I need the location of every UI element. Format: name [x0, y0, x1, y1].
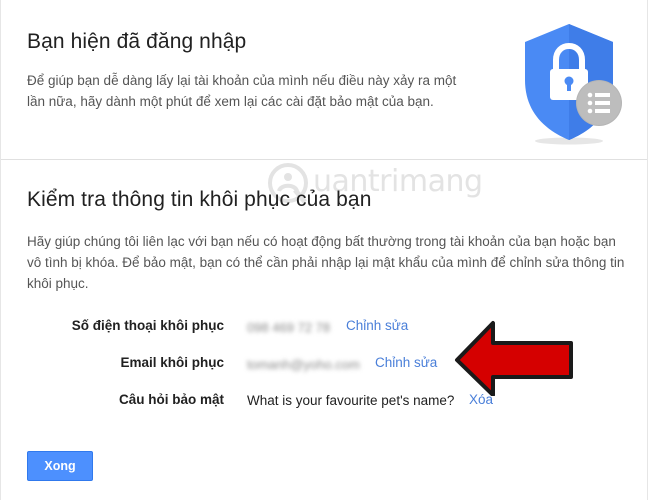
recovery-email-value: tomanh@yoho.com — [247, 357, 360, 372]
signed-in-description: Để giúp bạn dễ dàng lấy lại tài khoản củ… — [27, 73, 457, 109]
edit-email-link[interactable]: Chỉnh sửa — [375, 355, 437, 370]
recovery-email-label: Email khôi phục — [120, 355, 224, 370]
done-button[interactable]: Xong — [27, 451, 93, 481]
recovery-phone-value: 098 469 72 78 — [247, 320, 331, 335]
red-arrow-annotation — [455, 321, 573, 396]
recovery-description: Hãy giúp chúng tôi liên lạc với bạn nếu … — [27, 234, 625, 291]
security-checkup-card: Bạn hiện đã đăng nhập Để giúp bạn dễ dàn… — [0, 0, 648, 500]
signed-in-section: Bạn hiện đã đăng nhập Để giúp bạn dễ dàn… — [1, 0, 647, 160]
security-question-label: Câu hỏi bảo mật — [118, 392, 224, 407]
recovery-title: Kiểm tra thông tin khôi phục của bạn — [27, 188, 372, 211]
shield-lock-icon — [525, 24, 622, 145]
edit-phone-link[interactable]: Chỉnh sửa — [346, 318, 408, 333]
security-question-value: What is your favourite pet's name? — [247, 393, 455, 408]
signed-in-title: Bạn hiện đã đăng nhập — [27, 30, 247, 53]
recovery-phone-label: Số điện thoại khôi phục — [71, 318, 224, 333]
